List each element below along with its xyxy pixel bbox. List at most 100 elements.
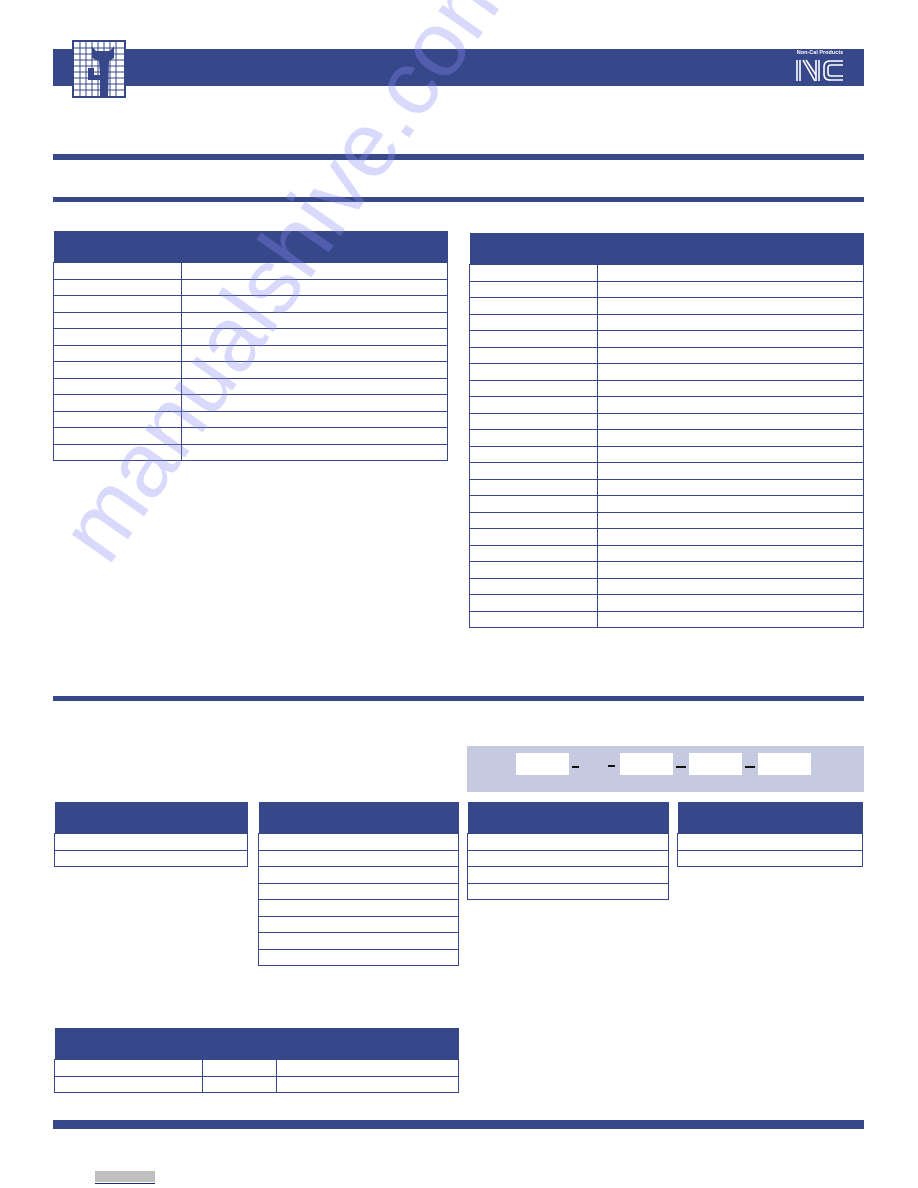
table-cell (469, 379, 598, 397)
table-row (53, 427, 448, 445)
table-row (53, 410, 448, 428)
nc-logo: Non-Cal Products (794, 50, 846, 84)
table-row (469, 313, 864, 331)
table-cell (181, 394, 448, 412)
table-cell (258, 866, 459, 884)
part-number-field-1[interactable] (516, 753, 569, 775)
table-row (53, 278, 448, 296)
table-cell (469, 445, 598, 463)
page-tab (95, 1171, 155, 1182)
table-cell (53, 410, 182, 428)
table-row (258, 915, 459, 933)
table-cell (469, 412, 598, 430)
table-cell (54, 849, 248, 867)
table-row (677, 849, 863, 867)
table-cell (258, 833, 459, 851)
table-cell (597, 594, 864, 612)
table-header (467, 802, 669, 834)
part-number-field-3[interactable] (689, 753, 742, 775)
table-cell (469, 511, 598, 529)
table-cell (181, 328, 448, 346)
option-table-3 (467, 802, 669, 900)
table-cell (53, 295, 182, 313)
table-cell (597, 544, 864, 562)
table-cell (276, 1075, 459, 1093)
part-number-field-2[interactable] (620, 753, 673, 775)
table-row (469, 429, 864, 447)
table-cell (258, 899, 459, 917)
table-header (54, 1028, 459, 1060)
table-cell (677, 849, 863, 867)
table-cell (677, 833, 863, 851)
table-cell (467, 849, 669, 867)
table-row (53, 443, 448, 461)
table-cell (181, 377, 448, 395)
table-row (258, 932, 459, 950)
nc-mark-icon (796, 59, 843, 82)
table-cell (181, 427, 448, 445)
table-cell (597, 412, 864, 430)
table-cell (469, 561, 598, 579)
table-row (53, 344, 448, 362)
table-cell (469, 264, 598, 282)
table-cell (54, 1059, 203, 1077)
table-cell (597, 511, 864, 529)
table-cell (53, 394, 182, 412)
dash (676, 766, 686, 768)
table-row (469, 528, 864, 546)
table-cell (469, 577, 598, 595)
table-cell (597, 330, 864, 348)
bottom-table (54, 1028, 459, 1093)
table-row (469, 396, 864, 414)
table-row (53, 328, 448, 346)
dash (572, 766, 579, 768)
table-cell (53, 427, 182, 445)
table-row (467, 833, 669, 851)
table-cell (202, 1075, 277, 1093)
table-cell (53, 377, 182, 395)
table-cell (181, 262, 448, 280)
table-row (469, 594, 864, 612)
table-cell (258, 849, 459, 867)
table-cell (53, 262, 182, 280)
table-row (469, 379, 864, 397)
table-cell (469, 462, 598, 480)
table-cell (181, 278, 448, 296)
table-row (54, 849, 248, 867)
table-cell (469, 495, 598, 513)
table-row (469, 610, 864, 628)
part-number-field-4[interactable] (758, 753, 811, 775)
table-cell (469, 528, 598, 546)
table-row (469, 445, 864, 463)
table-cell (597, 561, 864, 579)
table-row (469, 412, 864, 430)
option-table-1 (54, 802, 248, 867)
table-cell (597, 280, 864, 298)
table-header (54, 802, 248, 834)
table-header (258, 802, 459, 834)
table-cell (469, 429, 598, 447)
table-cell (597, 429, 864, 447)
company-logo (72, 40, 126, 98)
table-cell (597, 610, 864, 628)
table-cell (467, 882, 669, 900)
table-row (469, 544, 864, 562)
table-cell (54, 1075, 203, 1093)
table-cell (181, 410, 448, 428)
dash (608, 765, 615, 767)
table-row (469, 478, 864, 496)
table-cell (597, 297, 864, 315)
table-row (258, 833, 459, 851)
footer-rule (53, 1120, 864, 1129)
table-cell (597, 445, 864, 463)
option-table-2 (258, 802, 459, 966)
table-cell (202, 1059, 277, 1077)
table-row (469, 577, 864, 595)
table-cell (597, 363, 864, 381)
table-cell (597, 462, 864, 480)
table-row (467, 866, 669, 884)
table-row (53, 295, 448, 313)
table-row (469, 330, 864, 348)
table-row (469, 264, 864, 282)
table-row (258, 882, 459, 900)
